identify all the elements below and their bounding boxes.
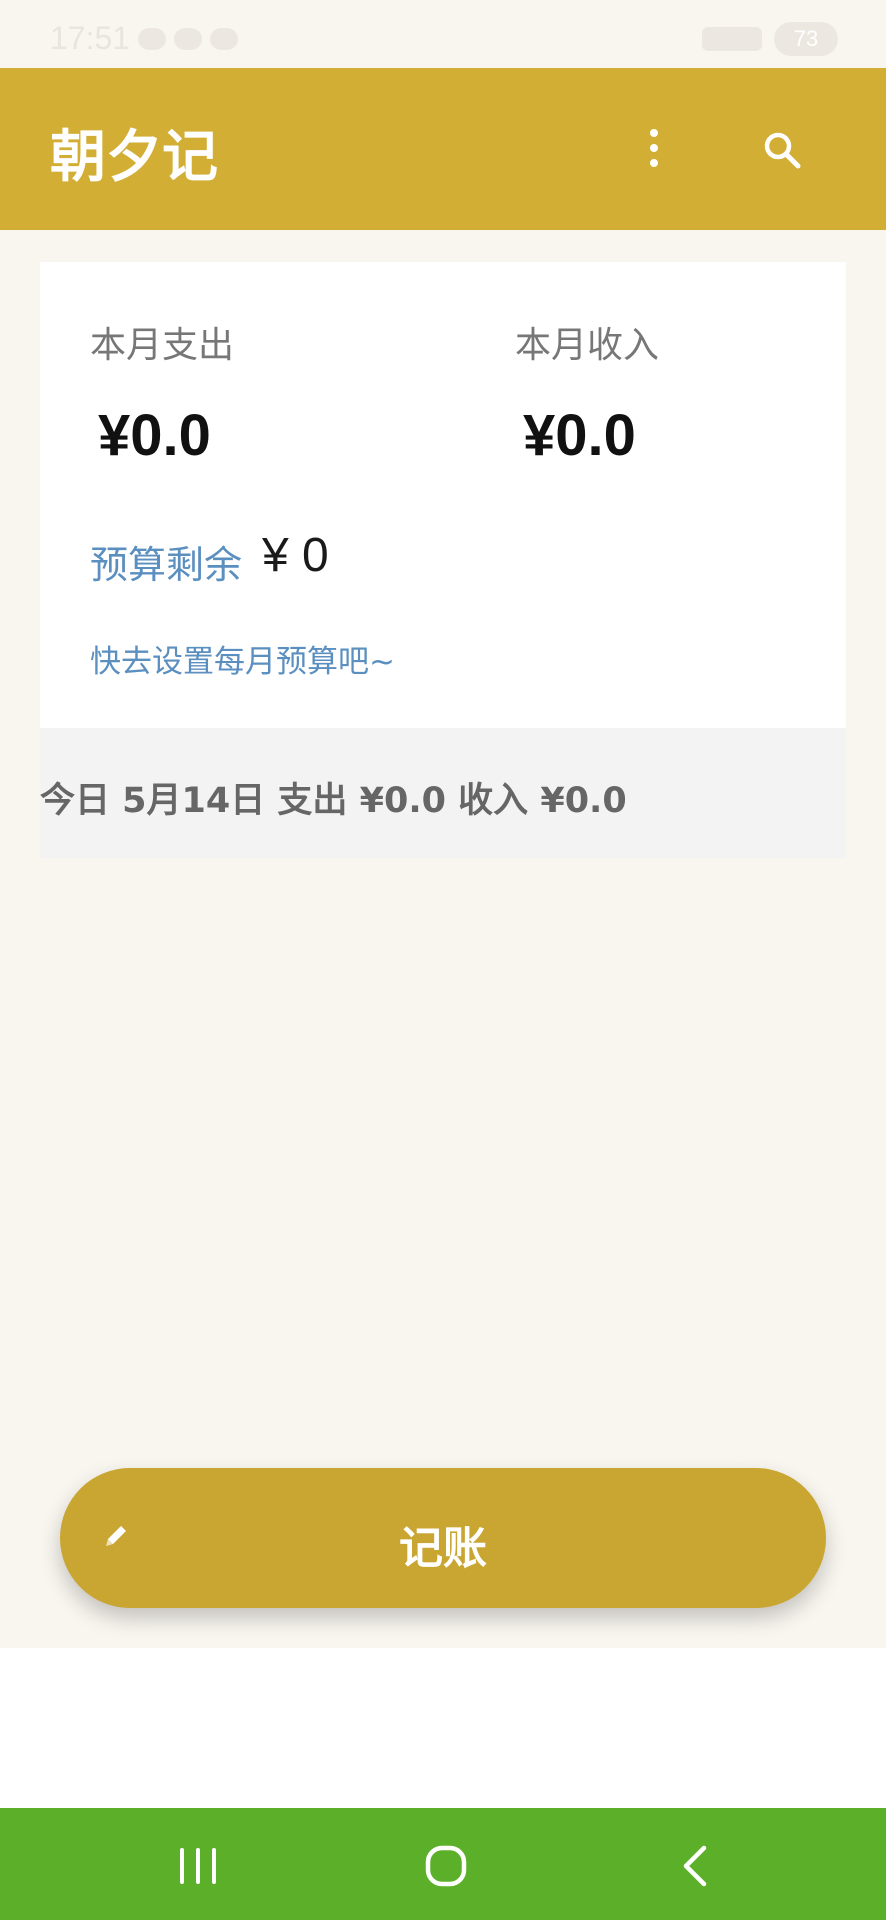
budget-remaining-label: 预算剩余 (90, 543, 243, 587)
battery-icon: 73 (774, 22, 838, 56)
back-icon[interactable] (656, 1826, 736, 1906)
monthly-income-label: 本月收入 (515, 325, 660, 366)
monthly-income-value: ¥0.0 (523, 403, 636, 468)
wechat-notification-icon (138, 28, 166, 50)
home-icon[interactable] (406, 1826, 486, 1906)
monthly-expense-value: ¥0.0 (98, 403, 211, 468)
bottom-blank-area (0, 1648, 886, 1808)
set-budget-link[interactable]: 快去设置每月预算吧~ (90, 636, 395, 681)
system-navigation-bar (0, 1808, 886, 1920)
monthly-summary-card[interactable]: 本月支出 ¥0.0 本月收入 ¥0.0 预算剩余 ¥ 0 快去设置每月预算吧~ (40, 262, 846, 728)
record-button-label: 记账 (399, 1524, 487, 1573)
notification-icons (138, 28, 238, 50)
today-summary-bar: 今日 5月14日 支出 ¥0.0 收入 ¥0.0 (40, 728, 846, 858)
today-summary-text: 今日 5月14日 支出 ¥0.0 收入 ¥0.0 (40, 781, 627, 821)
record-transaction-button[interactable]: 记账 (60, 1468, 826, 1608)
wechat-notification-icon (174, 28, 202, 50)
monthly-expense-label: 本月支出 (90, 325, 235, 366)
search-icon[interactable] (758, 126, 806, 174)
battery-level: 73 (793, 26, 819, 51)
app-bar: 朝夕记 (0, 68, 886, 230)
chat-notification-icon (210, 28, 238, 50)
budget-remaining-value: ¥ 0 (262, 529, 329, 582)
status-bar: 17:51 73 (0, 0, 886, 68)
more-vertical-icon[interactable] (636, 120, 672, 176)
app-title: 朝夕记 (50, 125, 218, 190)
status-time: 17:51 (50, 20, 131, 56)
recents-icon[interactable] (158, 1826, 238, 1906)
status-indicators: 73 (702, 22, 838, 56)
wifi-signal-icon (702, 27, 762, 51)
